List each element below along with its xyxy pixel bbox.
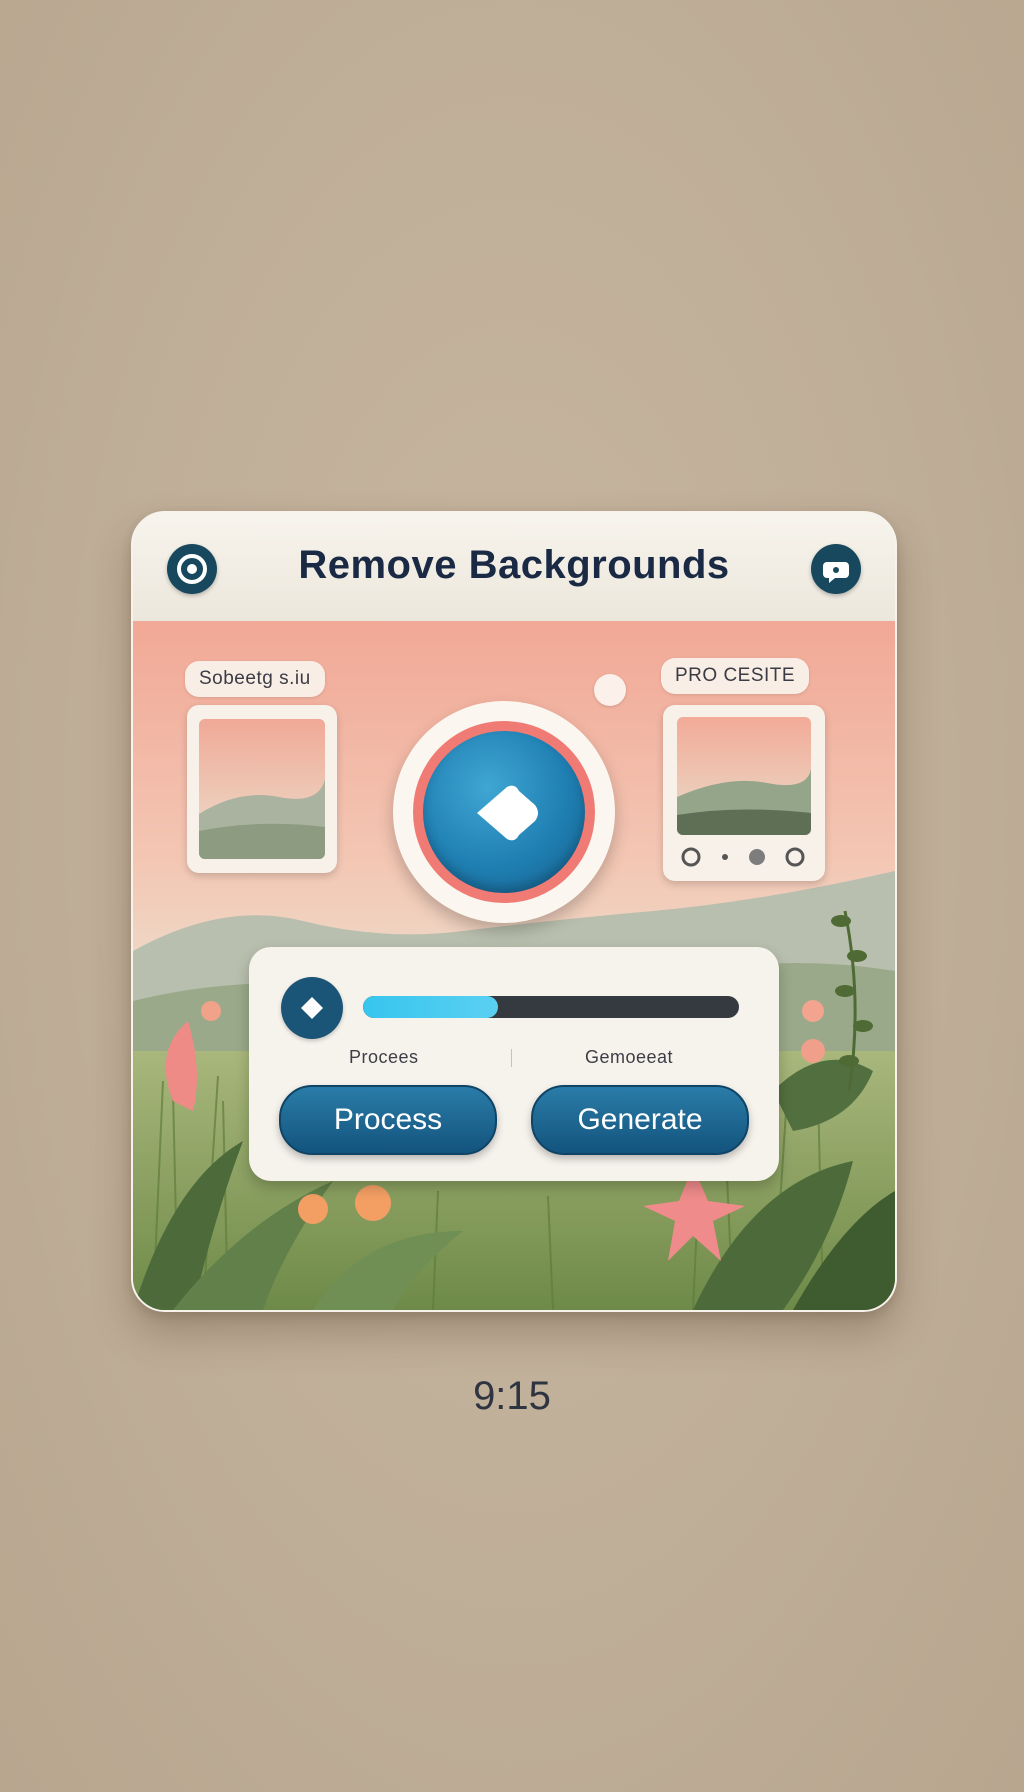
landscape-scene: Sobeetg s.iu PRO CESITE Procees Gemoeeat… <box>133 621 895 1310</box>
page-title: Remove Backgrounds <box>298 543 730 587</box>
progress-right-label: Gemoeeat <box>585 1047 674 1067</box>
progress-fill <box>363 996 499 1018</box>
main-action-ring <box>413 721 595 903</box>
result-controls <box>681 847 805 867</box>
main-action-button[interactable] <box>393 701 615 923</box>
status-icon[interactable] <box>281 977 343 1039</box>
main-action-core <box>423 731 585 893</box>
title-bar: Remove Backgrounds <box>133 513 895 623</box>
process-button[interactable]: Process <box>279 1085 497 1155</box>
result-label: PRO CESITE <box>661 658 810 694</box>
processing-panel: Procees Gemoeeat Process Generate <box>249 947 779 1181</box>
result-image <box>677 717 811 835</box>
generate-button[interactable]: Generate <box>531 1085 749 1155</box>
source-image-frame[interactable] <box>187 705 337 873</box>
progress-left-label: Procees <box>349 1047 419 1067</box>
source-image <box>199 719 325 859</box>
progress-bar <box>363 996 739 1018</box>
app-card: Remove Backgrounds Sobeetg s.iu PRO CESI… <box>131 511 897 1312</box>
divider <box>511 1049 512 1067</box>
source-label: Sobeetg s.iu <box>185 661 325 697</box>
result-image-frame[interactable] <box>663 705 825 881</box>
time-display: 9:15 <box>473 1374 551 1418</box>
back-arrow-icon <box>477 785 538 841</box>
chat-icon[interactable] <box>811 544 861 594</box>
indicator-dot[interactable] <box>594 674 626 706</box>
